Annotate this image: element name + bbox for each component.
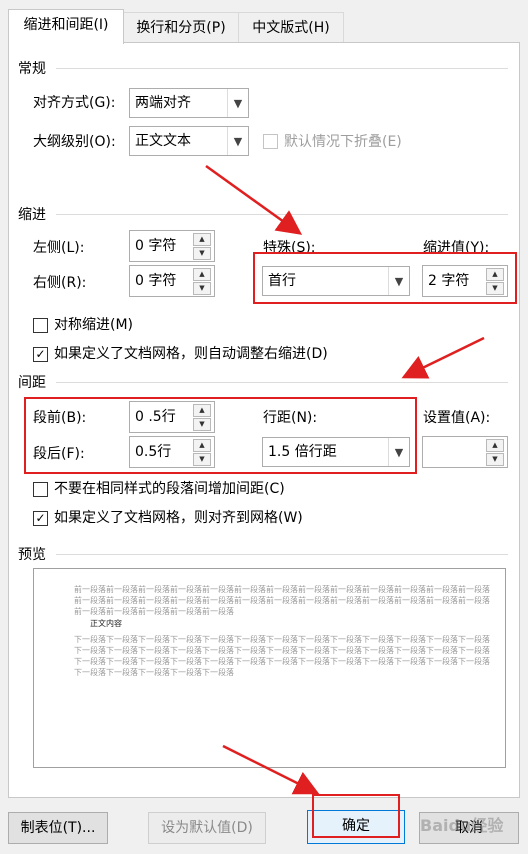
- spin-up-icon[interactable]: ▲: [193, 268, 211, 281]
- spacing-highlight: [24, 397, 417, 474]
- outline-level-value: 正文文本: [135, 133, 191, 149]
- at-spinner[interactable]: ▲ ▼: [422, 436, 508, 468]
- preview-next-line: 下一段落下一段落下一段落下一段落下一段落下一段落下一段落下一段落下一段落下一段落…: [74, 635, 490, 644]
- spin-up-icon[interactable]: ▲: [193, 233, 211, 246]
- snap-to-grid-checkbox[interactable]: ✓: [33, 511, 48, 526]
- no-space-same-style-checkbox[interactable]: [33, 482, 48, 497]
- outline-level-label: 大纲级别(O):: [33, 134, 116, 150]
- preview-section-title: 预览: [18, 547, 46, 563]
- spacing-section-title: 间距: [18, 375, 46, 391]
- special-indent-highlight: [253, 252, 517, 304]
- tab-asian-typography-label: 中文版式(H): [252, 20, 330, 36]
- left-indent-value: 0 字符: [135, 238, 177, 254]
- ok-button-highlight: [312, 794, 400, 838]
- alignment-value: 两端对齐: [135, 95, 191, 111]
- tabs-button[interactable]: 制表位(T)...: [8, 812, 108, 844]
- preview-prev-line: 前一段落前一段落前一段落前一段落前一段落: [74, 607, 234, 616]
- tab-line-page-breaks-label: 换行和分页(P): [136, 20, 226, 36]
- preview-next-line: 下一段落下一段落下一段落下一段落下一段落下一段落下一段落下一段落下一段落下一段落…: [74, 646, 490, 655]
- chevron-down-icon[interactable]: ▼: [227, 89, 248, 117]
- preview-divider: [56, 554, 508, 555]
- snap-to-grid-label: 如果定义了文档网格，则对齐到网格(W): [54, 510, 303, 526]
- spacing-divider: [56, 382, 508, 383]
- spin-up-icon[interactable]: ▲: [486, 439, 504, 452]
- general-section-title: 常规: [18, 61, 46, 77]
- baidu-watermark: Baidu经验: [420, 816, 504, 835]
- tab-indent-spacing[interactable]: 缩进和间距(I): [8, 9, 124, 44]
- outline-level-select[interactable]: 正文文本 ▼: [129, 126, 249, 156]
- chevron-down-icon[interactable]: ▼: [227, 127, 248, 155]
- preview-next-line: 下一段落下一段落下一段落下一段落下一段落: [74, 668, 234, 677]
- collapse-label: 默认情况下折叠(E): [284, 134, 402, 150]
- collapse-checkbox[interactable]: [263, 134, 278, 149]
- general-divider: [56, 68, 508, 69]
- auto-adjust-indent-label: 如果定义了文档网格，则自动调整右缩进(D): [54, 346, 328, 362]
- set-default-button-label: 设为默认值(D): [161, 820, 253, 836]
- mirror-indents-label: 对称缩进(M): [54, 317, 134, 333]
- preview-prev-line: 前一段落前一段落前一段落前一段落前一段落前一段落前一段落前一段落前一段落前一段落…: [74, 585, 490, 594]
- right-indent-spinner[interactable]: 0 字符 ▲ ▼: [129, 265, 215, 297]
- tab-indent-spacing-label: 缩进和间距(I): [23, 17, 109, 33]
- preview-main-text: 正文内容: [90, 619, 122, 628]
- tab-asian-typography[interactable]: 中文版式(H): [238, 12, 344, 43]
- spin-down-icon[interactable]: ▼: [193, 247, 211, 260]
- left-indent-spinner[interactable]: 0 字符 ▲ ▼: [129, 230, 215, 262]
- mirror-indents-checkbox[interactable]: [33, 318, 48, 333]
- preview-prev-line: 前一段落前一段落前一段落前一段落前一段落前一段落前一段落前一段落前一段落前一段落…: [74, 596, 490, 605]
- alignment-label: 对齐方式(G):: [33, 95, 116, 111]
- tab-line-page-breaks[interactable]: 换行和分页(P): [122, 12, 240, 43]
- right-indent-value: 0 字符: [135, 273, 177, 289]
- indent-divider: [56, 214, 508, 215]
- preview-next-line: 下一段落下一段落下一段落下一段落下一段落下一段落下一段落下一段落下一段落下一段落…: [74, 657, 490, 666]
- alignment-select[interactable]: 两端对齐 ▼: [129, 88, 249, 118]
- spin-down-icon[interactable]: ▼: [193, 282, 211, 295]
- spin-down-icon[interactable]: ▼: [486, 453, 504, 466]
- preview-box: 前一段落前一段落前一段落前一段落前一段落前一段落前一段落前一段落前一段落前一段落…: [33, 568, 506, 768]
- no-space-same-style-label: 不要在相同样式的段落间增加间距(C): [54, 481, 285, 497]
- indent-section-title: 缩进: [18, 207, 46, 223]
- at-label: 设置值(A):: [423, 410, 491, 426]
- right-indent-label: 右侧(R):: [33, 275, 87, 291]
- tabs-button-label: 制表位(T)...: [20, 820, 96, 836]
- left-indent-label: 左侧(L):: [33, 240, 85, 256]
- auto-adjust-indent-checkbox[interactable]: ✓: [33, 347, 48, 362]
- set-default-button[interactable]: 设为默认值(D): [148, 812, 266, 844]
